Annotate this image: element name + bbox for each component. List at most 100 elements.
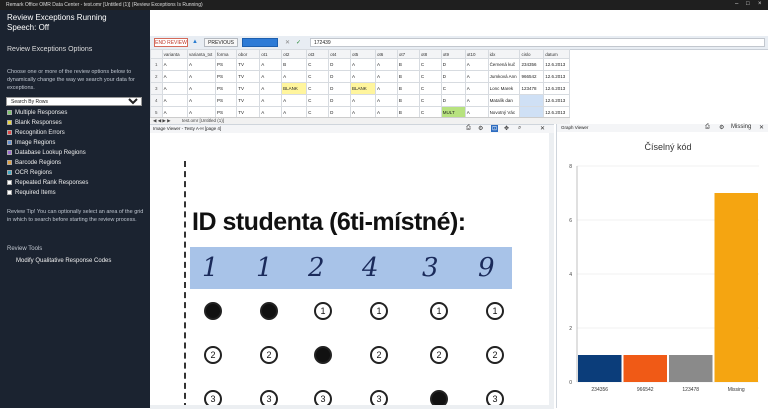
grid-cell[interactable]: A [281, 94, 308, 107]
grid-cell[interactable]: C [418, 70, 442, 83]
print-icon[interactable]: ⎙ [466, 125, 471, 132]
cell-value-field[interactable]: 172439 [310, 38, 765, 47]
cancel-icon[interactable]: ✕ [285, 39, 290, 46]
zoom-icon[interactable]: ⌕ [518, 125, 521, 132]
row-number[interactable]: 2 [150, 70, 163, 83]
end-review-button[interactable]: END REVIEW [154, 38, 188, 47]
grid-cell[interactable]: Matalík dan [487, 94, 521, 107]
grid-cell[interactable]: A [187, 70, 217, 83]
column-header[interactable]: datum [543, 49, 570, 59]
grid-cell[interactable]: BLANK [350, 82, 376, 95]
option-checkbox[interactable] [7, 130, 12, 135]
grid-cell[interactable]: 12.6.2013 [543, 94, 570, 107]
grid-cell[interactable]: 234356 [519, 58, 545, 71]
grid-cell[interactable]: D [328, 70, 351, 83]
grid-cell[interactable]: C [306, 70, 330, 83]
maximize-icon[interactable]: □ [746, 1, 750, 7]
column-header[interactable]: ot6 [374, 49, 398, 59]
table-row[interactable]: 3 A A PS TV A BLANK C D BLANK A B C C A Lonc Marek 12347… [150, 82, 570, 95]
column-header[interactable]: ot4 [328, 49, 351, 59]
option-checkbox[interactable] [7, 150, 12, 155]
grid-cell[interactable]: BLANK [281, 82, 308, 95]
grid-cell[interactable]: A [187, 82, 217, 95]
grid-cell[interactable]: C [306, 94, 330, 107]
grid-cell[interactable]: C [306, 82, 330, 95]
close-icon[interactable]: × [758, 1, 762, 7]
grid-cell[interactable]: 12.6.2013 [543, 70, 570, 83]
up-arrow-icon[interactable]: ▲ [192, 39, 198, 45]
grid-cell[interactable]: B [281, 58, 308, 71]
grid-cell[interactable]: PS [215, 82, 238, 95]
column-header[interactable]: ot7 [396, 49, 420, 59]
grid-cell[interactable]: D [328, 58, 351, 71]
grid-cell[interactable]: A [161, 82, 189, 95]
grid-cell[interactable]: A [187, 58, 217, 71]
column-header[interactable]: ot2 [281, 49, 308, 59]
grid-cell[interactable]: Lonc Marek [487, 82, 521, 95]
grid-cell[interactable]: PS [215, 94, 238, 107]
next-button[interactable] [242, 38, 278, 47]
option-checkbox[interactable] [7, 180, 12, 185]
column-header[interactable]: varianta_txt [187, 49, 217, 59]
option-checkbox[interactable] [7, 170, 12, 175]
grid-cell[interactable]: A [281, 70, 308, 83]
grid-cell[interactable]: C [418, 58, 442, 71]
grid-cell[interactable]: A [161, 70, 189, 83]
grid-cell[interactable]: A [464, 94, 489, 107]
image-horizontal-scrollbar[interactable] [150, 405, 554, 409]
grid-cell[interactable]: A [161, 58, 189, 71]
grid-cell[interactable]: A [464, 58, 489, 71]
image-vertical-scrollbar[interactable] [549, 133, 554, 409]
grid-cell[interactable]: Jumková Ann [487, 70, 521, 83]
column-header[interactable]: forma [215, 49, 238, 59]
grid-cell[interactable]: A [350, 58, 376, 71]
zoom-fit-icon[interactable]: ⊡ [491, 125, 499, 132]
review-option[interactable]: Image Regions [7, 138, 55, 147]
grid-cell[interactable]: TV [236, 94, 261, 107]
review-option[interactable]: Repeated Rank Responses [7, 178, 88, 187]
option-checkbox[interactable] [7, 120, 12, 125]
option-checkbox[interactable] [7, 110, 12, 115]
settings-icon[interactable]: ⚙ [719, 124, 724, 131]
grid-cell[interactable]: A [374, 70, 398, 83]
search-mode-select[interactable]: Search By Rows [6, 97, 142, 106]
grid-cell[interactable]: D [440, 58, 466, 71]
grid-cell[interactable]: A [464, 70, 489, 83]
grid-tab[interactable]: test.omr [Untitled (1)] [182, 118, 224, 123]
grid-cell[interactable]: 12.6.2013 [543, 82, 570, 95]
table-row[interactable]: 2 A A PS TV A A C D A A B C D A Jumková Ann 966542 12.6.2… [150, 70, 570, 83]
grid-cell[interactable]: C [306, 58, 330, 71]
grid-cell[interactable]: A [187, 94, 217, 107]
option-checkbox[interactable] [7, 140, 12, 145]
column-header[interactable]: cislo [519, 49, 545, 59]
grid-cell[interactable]: A [350, 94, 376, 107]
row-number[interactable]: 1 [150, 58, 163, 71]
data-grid[interactable]: varianta varianta_txt forma obor ot1 ot2 ot3 ot… [150, 49, 570, 119]
grid-cell[interactable]: B [396, 94, 420, 107]
grid-cell[interactable]: 12.6.2013 [543, 58, 570, 71]
grid-cell[interactable]: A [259, 94, 283, 107]
table-row[interactable]: 1 A A PS TV A B C D A A B C D A Černená kuč 234356 12.6.2… [150, 58, 570, 71]
select-icon[interactable]: ✥ [504, 125, 509, 132]
grid-cell[interactable]: PS [215, 70, 238, 83]
review-option[interactable]: Multiple Responses [7, 108, 67, 117]
column-header[interactable]: ot3 [306, 49, 330, 59]
grid-cell[interactable]: A [350, 70, 376, 83]
column-header[interactable]: ot9 [440, 49, 466, 59]
grid-cell[interactable]: A [374, 82, 398, 95]
print-icon[interactable]: ⎙ [705, 124, 710, 131]
row-number[interactable]: 4 [150, 94, 163, 107]
grid-cell[interactable] [519, 94, 545, 107]
grid-cell[interactable]: A [161, 94, 189, 107]
option-checkbox[interactable] [7, 190, 12, 195]
grid-cell[interactable]: B [396, 82, 420, 95]
grid-cell[interactable]: B [396, 58, 420, 71]
grid-cell[interactable]: D [440, 94, 466, 107]
grid-cell[interactable]: Černená kuč [487, 58, 521, 71]
grid-cell[interactable]: A [259, 58, 283, 71]
grid-cell[interactable]: TV [236, 58, 261, 71]
grid-cell[interactable]: 966542 [519, 70, 545, 83]
grid-cell[interactable]: A [259, 82, 283, 95]
accept-icon[interactable]: ✓ [296, 39, 301, 46]
grid-cell[interactable]: A [374, 58, 398, 71]
